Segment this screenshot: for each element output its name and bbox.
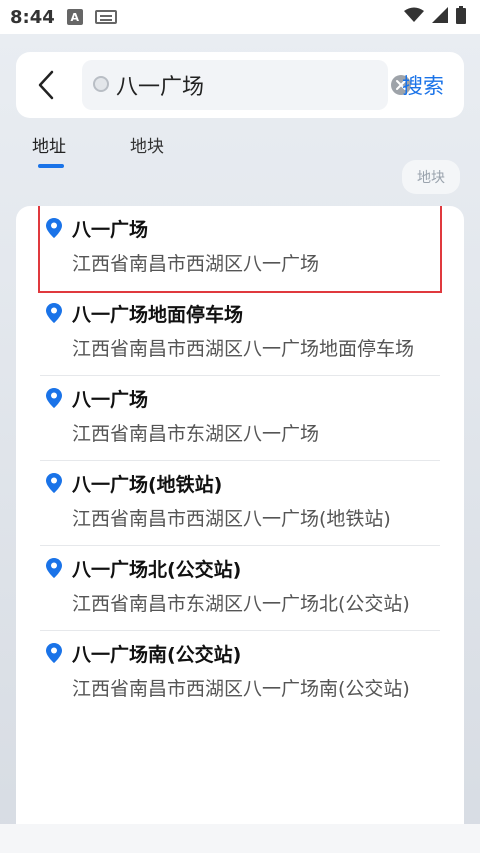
results-list: 八一广场 江西省南昌市西湖区八一广场 八一广场地面停车场 江西省南昌市西湖区八一… <box>16 206 464 824</box>
search-button[interactable]: 搜索 <box>402 70 444 100</box>
tab-label: 地块 <box>130 137 164 157</box>
location-pin-icon <box>46 643 62 663</box>
search-card: 搜索 <box>16 52 464 118</box>
result-item[interactable]: 八一广场 江西省南昌市东湖区八一广场 <box>40 376 440 461</box>
location-pin-icon <box>46 473 62 493</box>
result-title: 八一广场北(公交站) <box>72 559 242 581</box>
screen: 8:44 A 地块 八一广场 搜索 地址 地块 八一广场 江西省南昌市西湖区八一… <box>0 0 480 853</box>
notification-a-icon: A <box>66 9 83 25</box>
search-icon <box>92 74 112 96</box>
wifi-icon <box>404 7 424 28</box>
result-address: 江西省南昌市东湖区八一广场北(公交站) <box>72 593 410 615</box>
battery-icon <box>456 5 466 29</box>
location-pin-icon <box>46 218 62 238</box>
status-time: 8:44 <box>10 6 55 28</box>
result-item[interactable]: 八一广场地面停车场 江西省南昌市西湖区八一广场地面停车场 <box>40 291 440 376</box>
result-title: 八一广场南(公交站) <box>72 644 242 666</box>
result-address: 江西省南昌市西湖区八一广场 <box>72 253 320 275</box>
chevron-left-icon <box>38 70 54 100</box>
result-item[interactable]: 八一广场(地铁站) 江西省南昌市西湖区八一广场(地铁站) <box>40 461 440 546</box>
location-pin-icon <box>46 388 62 408</box>
result-title: 八一广场(地铁站) <box>72 474 223 496</box>
tab-active-indicator <box>38 164 64 168</box>
location-pin-icon <box>46 558 62 578</box>
keyboard-icon <box>94 10 117 24</box>
result-title: 八一广场 <box>72 219 149 241</box>
search-input[interactable] <box>112 72 390 98</box>
tab-address[interactable]: 地址 <box>32 132 66 168</box>
result-item[interactable]: 八一广场 江西省南昌市西湖区八一广场 <box>38 206 442 293</box>
result-address: 江西省南昌市东湖区八一广场 <box>72 423 320 445</box>
search-box[interactable] <box>82 60 411 110</box>
tab-label: 地址 <box>32 137 66 157</box>
back-button[interactable] <box>26 65 66 105</box>
tab-bar: 地址 地块 <box>32 132 164 168</box>
signal-icon <box>432 6 448 28</box>
status-bar: 8:44 A <box>0 0 480 34</box>
result-title: 八一广场地面停车场 <box>72 304 244 326</box>
result-address: 江西省南昌市西湖区八一广场地面停车场 <box>72 338 415 360</box>
tab-plot[interactable]: 地块 <box>130 132 164 157</box>
result-item[interactable]: 八一广场南(公交站) 江西省南昌市西湖区八一广场南(公交站) <box>40 631 440 715</box>
result-address: 江西省南昌市西湖区八一广场南(公交站) <box>72 678 410 700</box>
result-title: 八一广场 <box>72 389 149 411</box>
background-chip: 地块 <box>402 160 460 194</box>
result-address: 江西省南昌市西湖区八一广场(地铁站) <box>72 508 391 530</box>
result-item[interactable]: 八一广场北(公交站) 江西省南昌市东湖区八一广场北(公交站) <box>40 546 440 631</box>
bottom-nav-hint <box>0 824 480 853</box>
location-pin-icon <box>46 303 62 323</box>
